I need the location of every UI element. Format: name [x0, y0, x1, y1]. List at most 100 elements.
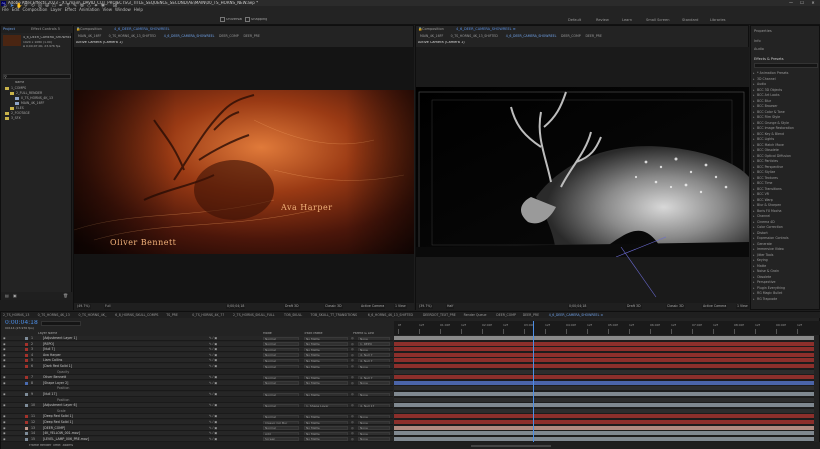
- roto-brush-icon[interactable]: ✦: [93, 3, 99, 9]
- audio-section[interactable]: Audio: [754, 47, 764, 51]
- layer-track-matte-dropdown[interactable]: No Matte: [304, 375, 348, 380]
- layer-label-color[interactable]: [25, 348, 28, 352]
- viewer-control[interactable]: Full: [104, 304, 112, 309]
- project-item[interactable]: MAIN_4K_16FF: [1, 101, 73, 105]
- effect-category[interactable]: 3D Channel: [757, 77, 776, 81]
- pan-behind-tool-icon[interactable]: ⊕: [44, 3, 50, 9]
- column-mode[interactable]: Mode: [263, 332, 272, 335]
- hand-tool-icon[interactable]: ✋: [16, 3, 22, 9]
- viewer-control[interactable]: 0;00;04;18: [226, 304, 246, 309]
- layer-name[interactable]: [DEER_COMP]: [43, 426, 65, 430]
- layer-mode-dropdown[interactable]: Normal: [263, 358, 299, 363]
- layer-row[interactable]: ◉ 8 [Shape Layer 2] ✎ ⁄ ▣ Normal No Matte ◎ Non…: [1, 380, 393, 386]
- expand-arrow-icon[interactable]: ▸: [753, 192, 755, 196]
- layer-label-color[interactable]: [25, 353, 28, 357]
- layer-mode-dropdown[interactable]: Screen: [263, 437, 299, 441]
- layer-track-matte-dropdown[interactable]: No Matte: [304, 381, 348, 385]
- layer-property-row[interactable]: Opacity: [1, 369, 393, 375]
- switches-icon[interactable]: ✎ ⁄ ▣: [209, 381, 217, 385]
- layer-row[interactable]: ◉ 3 [Null 7] ✎ ⁄ ▣ Normal No Matte ◎ None: [1, 347, 393, 353]
- layer-name[interactable]: [Deep Red Solid 1]: [43, 414, 73, 418]
- switches-icon[interactable]: ✎ ⁄ ▣: [209, 414, 217, 418]
- layer-label-color[interactable]: [25, 337, 28, 340]
- expand-arrow-icon[interactable]: ▸: [753, 214, 755, 218]
- layer-row[interactable]: ◉ 9 [Null 17] ✎ ⁄ ▣ Normal No Matte ◎ None: [1, 392, 393, 397]
- parent-pickwhip-icon[interactable]: ◎: [351, 381, 354, 385]
- switches-icon[interactable]: ✎ ⁄ ▣: [209, 353, 217, 357]
- visibility-eye-icon[interactable]: ◉: [3, 414, 6, 418]
- parent-pickwhip-icon[interactable]: ◎: [351, 336, 354, 340]
- layer-track-matte-dropdown[interactable]: No Matte: [304, 437, 348, 441]
- layer-parent-dropdown[interactable]: None: [358, 336, 390, 340]
- expand-arrow-icon[interactable]: ▸: [753, 88, 755, 92]
- timeline-search-input[interactable]: [41, 321, 81, 326]
- new-folder-icon[interactable]: ▤: [5, 293, 9, 298]
- timeline-tab[interactable]: DEERDOT_TEXT_PRE: [423, 313, 456, 317]
- universal-checkbox[interactable]: [220, 17, 225, 22]
- effect-category[interactable]: Obsolete: [757, 275, 771, 279]
- parent-pickwhip-icon[interactable]: ◎: [351, 342, 354, 346]
- layer-mode-dropdown[interactable]: Normal: [263, 347, 299, 352]
- visibility-eye-icon[interactable]: ◉: [3, 392, 6, 396]
- timeline-zoom-slider[interactable]: [471, 445, 551, 447]
- expand-arrow-icon[interactable]: ▸: [753, 275, 755, 279]
- switches-icon[interactable]: ✎ ⁄ ▣: [209, 431, 217, 435]
- puppet-tool-icon[interactable]: ✱: [100, 3, 106, 9]
- layer-label-color[interactable]: [25, 437, 28, 441]
- viewer-control[interactable]: Draft 3D: [284, 304, 300, 309]
- layer-row[interactable]: ◉ 11 [Deep Red Solid 1] ✎ ⁄ ▣ Normal No Matte…: [1, 414, 393, 420]
- layer-label-color[interactable]: [25, 365, 28, 368]
- layer-name[interactable]: [Deep Red Solid 1]: [43, 420, 73, 424]
- expand-arrow-icon[interactable]: ▸: [753, 236, 755, 240]
- layer-track-matte-dropdown[interactable]: No Matte: [304, 336, 348, 340]
- clone-tool-icon[interactable]: ⊗: [79, 3, 85, 9]
- layer-bar[interactable]: [394, 352, 814, 358]
- layer-parent-dropdown[interactable]: 4. Null 7: [358, 375, 390, 380]
- layer-row[interactable]: ◉ 1 [Adjustment Layer 1] ✎ ⁄ ▣ Normal No Matt…: [1, 336, 393, 341]
- layer-mode-dropdown[interactable]: Classic Col Bur: [263, 420, 299, 424]
- layer-bar[interactable]: [394, 392, 814, 397]
- parent-pickwhip-icon[interactable]: ◎: [351, 414, 354, 418]
- switches-icon[interactable]: ✎ ⁄ ▣: [209, 392, 217, 396]
- effect-category[interactable]: BCC Perspective: [757, 165, 783, 169]
- snapping-checkbox[interactable]: [245, 17, 250, 22]
- expand-arrow-icon[interactable]: ▸: [753, 148, 755, 152]
- layer-parent-dropdown[interactable]: None: [358, 381, 390, 385]
- layer-property-row[interactable]: Scale: [1, 408, 393, 414]
- switches-icon[interactable]: ✎ ⁄ ▣: [209, 420, 217, 424]
- viewer-tab[interactable]: DEER_PRE: [243, 34, 259, 38]
- effect-category[interactable]: RG Trapcode: [757, 297, 777, 301]
- layer-name[interactable]: Ava Harper: [43, 353, 61, 357]
- effect-category[interactable]: BCC Warp: [757, 198, 773, 202]
- property-track[interactable]: [394, 408, 814, 414]
- trash-icon[interactable]: 🗑: [63, 293, 68, 298]
- layer-name[interactable]: [Null 7]: [43, 347, 55, 351]
- expand-arrow-icon[interactable]: ▸: [753, 165, 755, 169]
- layer-mode-dropdown[interactable]: Normal: [263, 426, 299, 430]
- switches-icon[interactable]: ✎ ⁄ ▣: [209, 364, 217, 368]
- layer-parent-dropdown[interactable]: 1. REPO: [358, 342, 390, 346]
- layer-parent-dropdown[interactable]: 4. Null 7: [358, 358, 390, 363]
- visibility-eye-icon[interactable]: ◉: [3, 437, 6, 441]
- camera-tool-icon[interactable]: ◎: [37, 3, 43, 9]
- layer-bar[interactable]: [394, 375, 814, 381]
- effect-category[interactable]: BCC Key & Blend: [757, 132, 784, 136]
- expand-arrow-icon[interactable]: ▸: [753, 286, 755, 290]
- parent-pickwhip-icon[interactable]: ◎: [351, 437, 354, 441]
- visibility-eye-icon[interactable]: ◉: [3, 420, 6, 424]
- layer-label-color[interactable]: [25, 432, 28, 436]
- expand-arrow-icon[interactable]: ▸: [753, 247, 755, 251]
- visibility-eye-icon[interactable]: ◉: [3, 347, 6, 351]
- layer-parent-dropdown[interactable]: None: [358, 392, 390, 396]
- effect-category[interactable]: BCC Match Move: [757, 143, 784, 147]
- project-column-name[interactable]: Name: [15, 81, 24, 84]
- timeline-tab[interactable]: 4_6_DEER_CAMERA_SHOWREEL ≡: [549, 313, 603, 317]
- visibility-eye-icon[interactable]: ◉: [3, 426, 6, 430]
- layer-label-color[interactable]: [25, 371, 28, 374]
- composition-header-name-right[interactable]: 4_6_DEER_CAMERA_SHOWREEL ≡: [456, 27, 516, 31]
- effect-category[interactable]: BCC Blur: [757, 99, 771, 103]
- expand-arrow-icon[interactable]: ▸: [753, 77, 755, 81]
- viewer-tab[interactable]: DEER_COMP: [561, 34, 581, 38]
- viewer-control[interactable]: Classic 3D: [324, 304, 343, 309]
- layer-bar[interactable]: [394, 414, 814, 420]
